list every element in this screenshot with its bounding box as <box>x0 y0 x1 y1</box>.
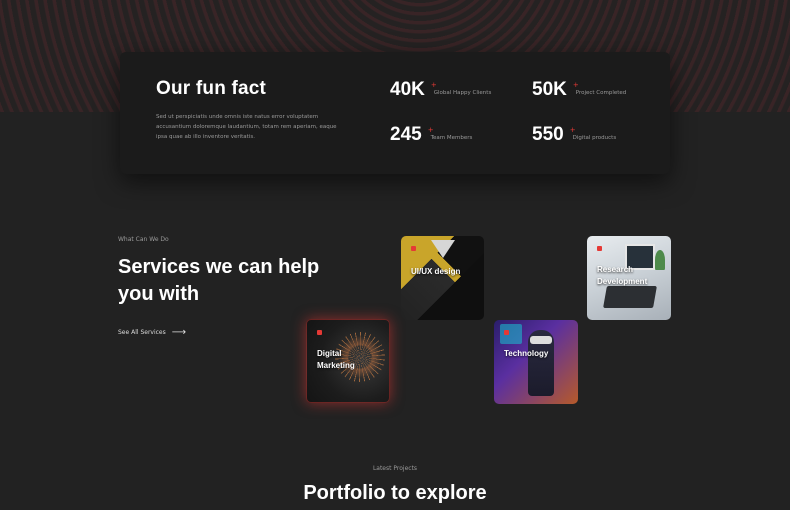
service-card-technology[interactable]: Technology <box>494 320 578 404</box>
service-card-label: Digital Marketing <box>317 349 355 370</box>
stat-team-members: 245 + Team Members <box>390 124 475 146</box>
see-all-services-label: See All Services <box>118 329 166 336</box>
service-card-label: Research Development <box>597 265 648 286</box>
portfolio-kicker: Latest Projects <box>372 465 418 472</box>
service-accent-dot <box>411 246 416 251</box>
page: Our fun fact Sed ut perspiciatis unde om… <box>0 0 790 510</box>
stat-label: Team Members <box>430 135 473 141</box>
services-title: Services we can help you with <box>118 256 320 305</box>
stat-value: 40K <box>390 79 425 100</box>
arrow-right-icon: ⟶ <box>171 326 187 338</box>
fun-fact-card: Our fun fact Sed ut perspiciatis unde om… <box>120 52 670 174</box>
fun-fact-description: Sed ut perspiciatis unde omnis iste natu… <box>156 114 337 140</box>
stat-global-clients: 40K + Global Happy Clients <box>390 79 494 101</box>
service-card-research-development[interactable]: Research Development <box>587 236 671 320</box>
stat-plus: + <box>430 81 437 89</box>
service-card-label: Technology <box>504 349 549 358</box>
service-card-label: UI/UX design <box>411 267 461 276</box>
stat-projects-completed: 50K + Project Completed <box>532 79 629 101</box>
stat-digital-products: 550 + Digital products <box>532 124 619 146</box>
stat-value: 245 <box>390 124 422 145</box>
stat-plus: + <box>572 81 579 89</box>
see-all-services-link[interactable]: See All Services ⟶ <box>118 326 187 338</box>
stat-value: 550 <box>532 124 564 145</box>
stat-label: Global Happy Clients <box>433 90 492 96</box>
vr-visor-decoration <box>530 336 552 344</box>
stat-label: Project Completed <box>575 90 627 96</box>
fun-fact-title: Our fun fact <box>156 78 267 99</box>
services-kicker: What Can We Do <box>118 236 169 243</box>
portfolio-title: Portfolio to explore <box>303 482 487 504</box>
stat-plus: + <box>427 126 434 134</box>
service-accent-dot <box>504 330 509 335</box>
stat-value: 50K <box>532 79 567 100</box>
service-card-digital-marketing[interactable]: Digital Marketing <box>306 319 390 403</box>
uiux-card-image <box>431 240 455 258</box>
service-card-uiux-design[interactable]: UI/UX design <box>401 236 484 320</box>
laptop-decoration <box>603 286 657 308</box>
stat-label: Digital products <box>572 135 617 141</box>
service-accent-dot <box>597 246 602 251</box>
service-accent-dot <box>317 330 322 335</box>
stat-plus: + <box>569 126 576 134</box>
